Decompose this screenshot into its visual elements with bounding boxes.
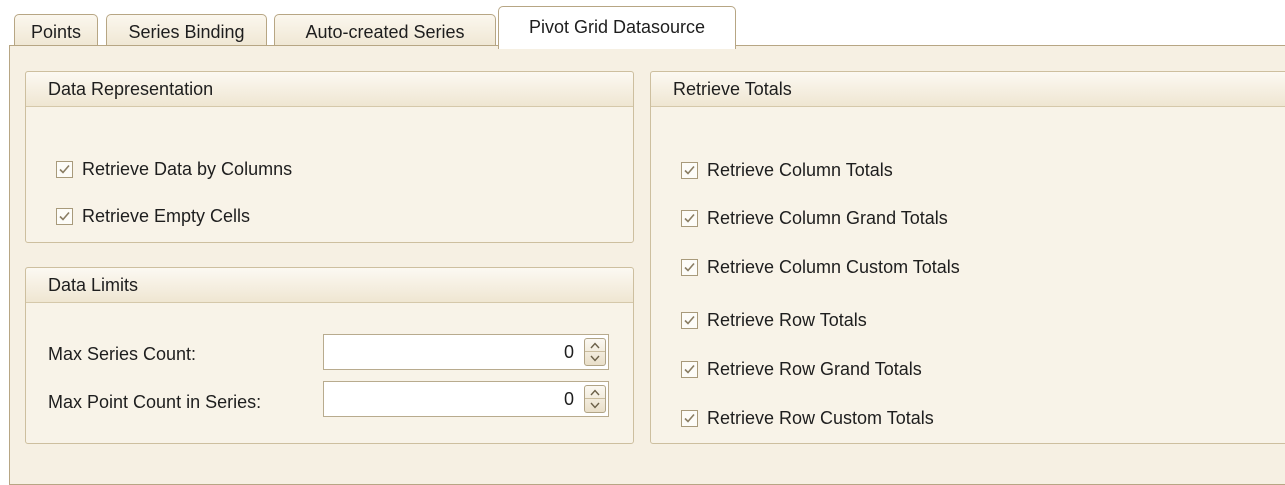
tab-pivot-grid-datasource[interactable]: Pivot Grid Datasource <box>498 6 736 49</box>
retrieve-column-totals-option[interactable]: Retrieve Column Totals <box>681 158 893 182</box>
retrieve-empty-cells-option[interactable]: Retrieve Empty Cells <box>56 204 250 228</box>
spin-down-button[interactable] <box>585 352 605 365</box>
retrieve-empty-cells-checkbox[interactable] <box>56 207 73 225</box>
data-limits-group: Data Limits Max Series Count: 0 Max Poin… <box>25 267 634 444</box>
retrieve-column-custom-totals-option[interactable]: Retrieve Column Custom Totals <box>681 255 960 279</box>
tab-pivot-grid-datasource-label: Pivot Grid Datasource <box>528 17 706 37</box>
chevron-up-icon <box>590 342 600 349</box>
retrieve-column-custom-totals-checkbox[interactable] <box>681 258 698 276</box>
retrieve-column-grand-totals-option[interactable]: Retrieve Column Grand Totals <box>681 206 948 230</box>
max-point-count-label: Max Point Count in Series: <box>48 392 262 412</box>
spin-up-button[interactable] <box>585 339 605 352</box>
retrieve-row-custom-totals-label: Retrieve Row Custom Totals <box>707 407 934 428</box>
max-series-count-label: Max Series Count: <box>48 344 197 364</box>
tab-series-binding[interactable]: Series Binding <box>106 14 267 48</box>
data-representation-group: Data Representation Retrieve Data by Col… <box>25 71 634 243</box>
max-point-count-spinner[interactable]: 0 <box>323 381 609 417</box>
chevron-down-icon <box>590 402 600 409</box>
chevron-down-icon <box>590 355 600 362</box>
checkmark-icon <box>684 413 695 423</box>
max-point-count-spin-buttons <box>584 385 606 413</box>
retrieve-column-totals-checkbox[interactable] <box>681 161 698 179</box>
retrieve-totals-group: Retrieve Totals Retrieve Column Totals R… <box>650 71 1285 444</box>
checkmark-icon <box>684 315 695 325</box>
retrieve-column-custom-totals-label: Retrieve Column Custom Totals <box>707 256 960 277</box>
retrieve-column-grand-totals-checkbox[interactable] <box>681 209 698 227</box>
max-series-count-value[interactable]: 0 <box>564 342 574 363</box>
retrieve-row-grand-totals-checkbox[interactable] <box>681 360 698 378</box>
retrieve-row-grand-totals-label: Retrieve Row Grand Totals <box>707 358 922 379</box>
data-representation-title: Data Representation <box>26 72 633 107</box>
max-series-count-spin-buttons <box>584 338 606 366</box>
checkmark-icon <box>684 364 695 374</box>
retrieve-row-custom-totals-checkbox[interactable] <box>681 409 698 427</box>
tab-points-label: Points <box>30 22 82 42</box>
retrieve-data-by-columns-checkbox[interactable] <box>56 160 73 178</box>
data-limits-title: Data Limits <box>26 268 633 303</box>
max-point-count-value[interactable]: 0 <box>564 389 574 410</box>
max-series-count-spinner[interactable]: 0 <box>323 334 609 370</box>
checkmark-icon <box>684 213 695 223</box>
tab-points[interactable]: Points <box>14 14 98 48</box>
retrieve-row-grand-totals-option[interactable]: Retrieve Row Grand Totals <box>681 357 922 381</box>
tab-page-pivot-grid-datasource: Data Representation Retrieve Data by Col… <box>9 45 1285 485</box>
checkmark-icon <box>59 164 70 174</box>
retrieve-totals-title: Retrieve Totals <box>651 72 1285 107</box>
retrieve-data-by-columns-option[interactable]: Retrieve Data by Columns <box>56 157 292 181</box>
checkmark-icon <box>59 211 70 221</box>
tab-auto-created-series[interactable]: Auto-created Series <box>274 14 496 48</box>
retrieve-row-totals-checkbox[interactable] <box>681 311 698 329</box>
spin-down-button[interactable] <box>585 399 605 412</box>
retrieve-row-totals-label: Retrieve Row Totals <box>707 309 867 330</box>
retrieve-column-totals-label: Retrieve Column Totals <box>707 159 893 180</box>
tab-auto-created-series-label: Auto-created Series <box>305 22 465 42</box>
tab-series-binding-label: Series Binding <box>128 22 245 42</box>
retrieve-row-custom-totals-option[interactable]: Retrieve Row Custom Totals <box>681 406 934 430</box>
retrieve-column-grand-totals-label: Retrieve Column Grand Totals <box>707 207 948 228</box>
chevron-up-icon <box>590 389 600 396</box>
retrieve-data-by-columns-label: Retrieve Data by Columns <box>82 158 293 179</box>
spin-up-button[interactable] <box>585 386 605 399</box>
retrieve-empty-cells-label: Retrieve Empty Cells <box>82 205 251 226</box>
checkmark-icon <box>684 262 695 272</box>
checkmark-icon <box>684 165 695 175</box>
retrieve-row-totals-option[interactable]: Retrieve Row Totals <box>681 308 867 332</box>
